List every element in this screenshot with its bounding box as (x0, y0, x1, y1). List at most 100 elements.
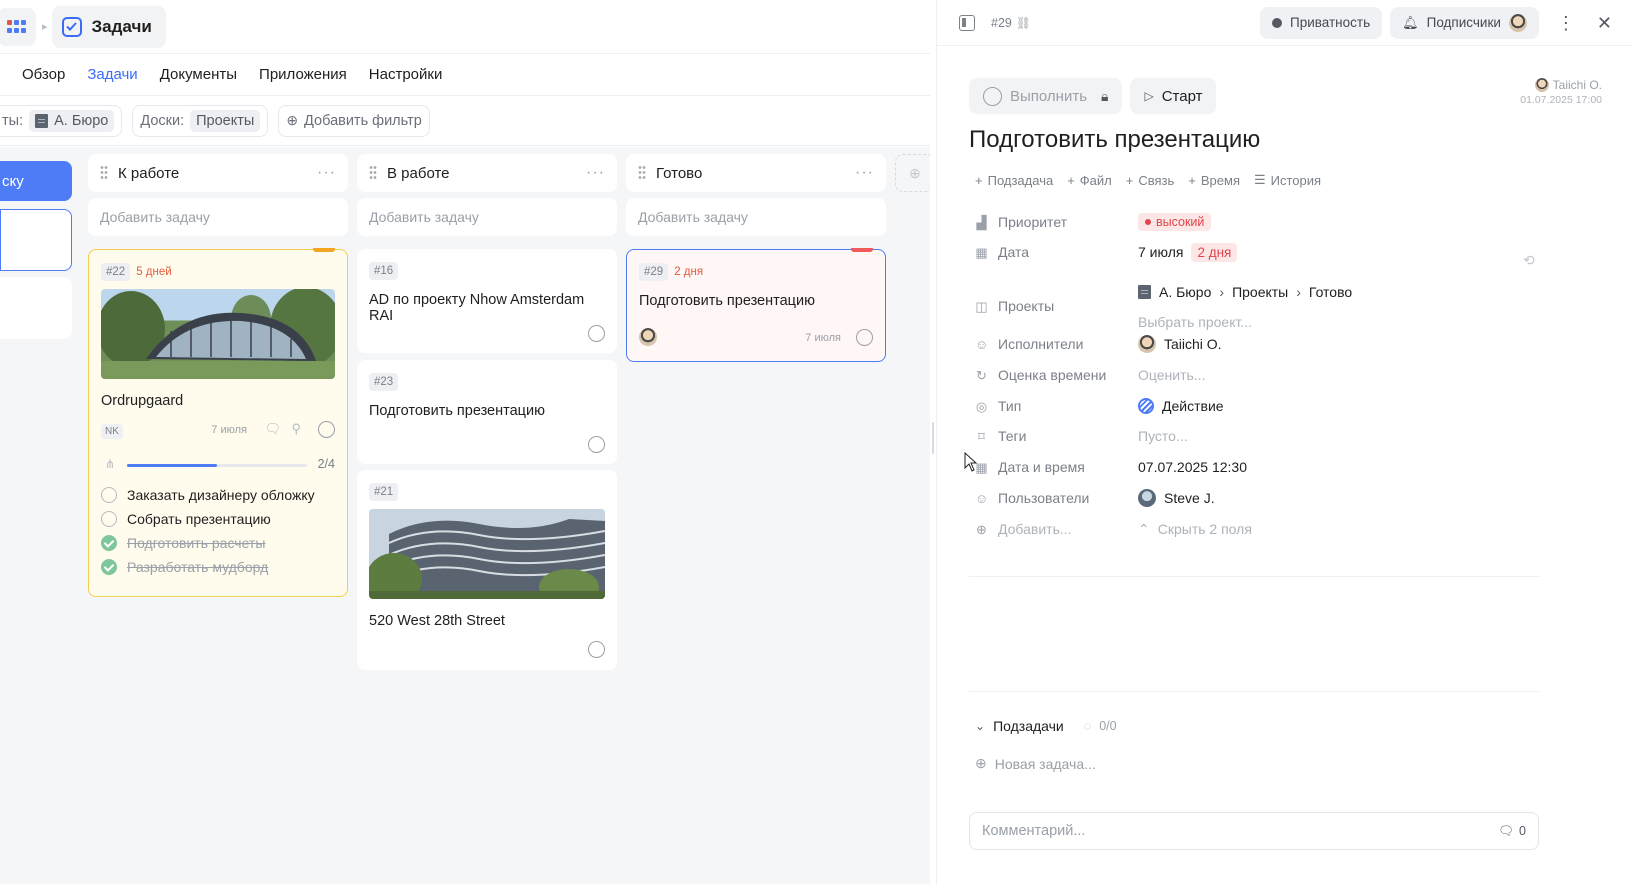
column-header[interactable]: В работе ··· (357, 154, 617, 192)
partial-card[interactable] (0, 209, 72, 271)
task-card-16[interactable]: #16 AD по проекту Nhow Amsterdam RAI (357, 249, 617, 353)
partial-card[interactable] (0, 277, 72, 339)
link-icon[interactable]: ⛓ (1016, 16, 1031, 30)
chevron-up-icon: ⌃ (1138, 520, 1150, 537)
owner-filter-label: ты: (2, 112, 24, 129)
drag-handle-icon[interactable] (369, 165, 377, 181)
column-header[interactable]: Готово ··· (626, 154, 886, 192)
select-project-field[interactable]: Выбрать проект... (1138, 314, 1252, 330)
task-card-23[interactable]: #23 Подготовить презентацию (357, 360, 617, 464)
app-title[interactable]: Задачи (51, 5, 166, 48)
subtask-item[interactable]: Подготовить расчеты (101, 535, 335, 551)
apps-grid-button[interactable] (0, 7, 36, 46)
boards-filter[interactable]: Доски: Проекты (132, 104, 269, 137)
comment-count: 0 (1519, 824, 1526, 838)
date-value: 7 июля (1138, 244, 1184, 260)
page-title[interactable]: Подготовить презентацию (969, 126, 1260, 154)
project-path[interactable]: А. Бюро › Проекты › Готово (1138, 284, 1352, 300)
subscribers-button[interactable]: 🔔︎ Подписчики (1390, 6, 1539, 39)
comment-input[interactable]: Комментарий... 🗨 0 (969, 812, 1539, 850)
add-board-label: ску (2, 172, 24, 190)
subtask-check[interactable] (101, 535, 117, 551)
avatar (1534, 78, 1549, 92)
add-file-action[interactable]: + Файл (1067, 172, 1112, 188)
privacy-button[interactable]: Приватность (1260, 6, 1383, 39)
refresh-icon: ↻ (976, 367, 987, 383)
more-icon[interactable]: ··· (317, 165, 336, 181)
add-task-field[interactable]: Добавить задачу (88, 198, 348, 236)
type-field[interactable]: Действие (1138, 398, 1224, 414)
complete-circle-icon[interactable] (588, 641, 605, 658)
add-column-button[interactable]: ⊕ (895, 154, 935, 192)
history-action[interactable]: ☰ История (1254, 172, 1321, 188)
subtasks-count: 0/0 (1099, 719, 1117, 733)
complete-circle-icon[interactable] (588, 436, 605, 453)
assignees-field[interactable]: Taiichi O. (1138, 335, 1222, 353)
add-task-field[interactable]: Добавить задачу (626, 198, 886, 236)
date-field[interactable]: 7 июля 2 дня (1138, 242, 1238, 262)
subtask-item[interactable]: Заказать дизайнеру обложку (101, 487, 335, 503)
drag-handle-icon[interactable] (100, 165, 108, 181)
add-board-button[interactable]: ску (0, 161, 72, 201)
column-header[interactable]: К работе ··· (88, 154, 348, 192)
task-card-22[interactable]: #22 5 дней Ordrupgaard NK 7 июля 🗨 ⚲ ⋔ 2… (88, 248, 348, 597)
nav-tabs: Обзор Задачи Документы Приложения Настро… (0, 54, 968, 96)
task-card-29[interactable]: #29 2 дня Подготовить презентацию 7 июля (626, 248, 886, 362)
plus-circle-icon: ⊕ (975, 755, 987, 771)
users-field[interactable]: Steve J. (1138, 489, 1215, 507)
subtask-item[interactable]: Разработать мудборд (101, 559, 335, 575)
tab-settings[interactable]: Настройки (369, 66, 443, 83)
add-task-field[interactable]: Добавить задачу (357, 198, 617, 236)
add-subtask-action[interactable]: + Подзадача (975, 172, 1053, 188)
field-label: Исполнители (998, 336, 1084, 352)
tab-overview[interactable]: Обзор (22, 66, 65, 83)
subtask-check[interactable] (101, 487, 117, 503)
priority-field[interactable]: высокий (1138, 213, 1212, 231)
close-icon[interactable]: ✕ (1597, 14, 1612, 32)
dot-icon (1145, 219, 1151, 225)
more-icon[interactable]: ··· (855, 165, 874, 181)
task-title: Подготовить презентацию (369, 403, 545, 419)
task-check-icon (61, 16, 82, 37)
avatar (1508, 13, 1527, 32)
tab-documents[interactable]: Документы (160, 66, 237, 83)
add-field-button[interactable]: ⊕ Добавить... (975, 521, 1145, 537)
complete-circle-icon[interactable] (856, 329, 873, 346)
owner-filter[interactable]: ты: А. Бюро (0, 104, 123, 137)
add-link-action[interactable]: + Связь (1126, 172, 1175, 188)
subtask-item[interactable]: Собрать презентацию (101, 511, 335, 527)
drag-handle-icon[interactable] (638, 165, 646, 181)
complete-button[interactable]: Выполнить 🔒︎ (969, 78, 1123, 114)
new-subtask-button[interactable]: ⊕ Новая задача... (975, 755, 1096, 772)
tab-tasks[interactable]: Задачи (87, 66, 137, 83)
complete-circle-icon[interactable] (318, 421, 335, 438)
subtasks-tree-icon: ⋔ (105, 457, 116, 471)
estimate-field[interactable]: Оценить... (1138, 367, 1205, 383)
building-icon (35, 113, 49, 128)
start-button[interactable]: ▷ Старт (1130, 78, 1217, 114)
boards-filter-value: Проекты (196, 112, 255, 129)
task-title: Ordrupgaard (101, 393, 184, 409)
projects-row: ◫ Проекты А. Бюро › Проекты › Готово Выбр… (975, 282, 1575, 342)
subtasks-header[interactable]: ⌄ Подзадачи ◌ 0/0 (975, 718, 1117, 734)
tab-apps[interactable]: Приложения (259, 66, 347, 83)
add-filter-button[interactable]: ⊕ Добавить фильтр (278, 104, 430, 137)
task-card-21[interactable]: #21 520 West 28th Street (357, 470, 617, 670)
subtask-label: Заказать дизайнеру обложку (127, 487, 315, 503)
app-title-label: Задачи (91, 16, 152, 36)
datetime-field[interactable]: 07.07.2025 12:30 (1138, 459, 1247, 475)
type-icon: ◎ (975, 398, 988, 414)
tags-field[interactable]: Пусто... (1138, 428, 1188, 444)
task-title: 520 West 28th Street (369, 613, 505, 629)
add-time-action[interactable]: + Время (1188, 172, 1240, 188)
repeat-icon[interactable]: ⟲ (1523, 252, 1535, 269)
sidebar-toggle-icon[interactable] (959, 14, 975, 31)
comment-counter: 🗨 0 (1498, 824, 1526, 839)
more-vertical-icon[interactable]: ⋮ (1557, 14, 1575, 32)
priority-value: высокий (1156, 215, 1205, 229)
more-icon[interactable]: ··· (586, 165, 605, 181)
hide-fields-button[interactable]: ⌃ Скрыть 2 поля (1138, 521, 1252, 538)
subtask-check[interactable] (101, 511, 117, 527)
complete-circle-icon[interactable] (588, 325, 605, 342)
subtask-check[interactable] (101, 559, 117, 575)
